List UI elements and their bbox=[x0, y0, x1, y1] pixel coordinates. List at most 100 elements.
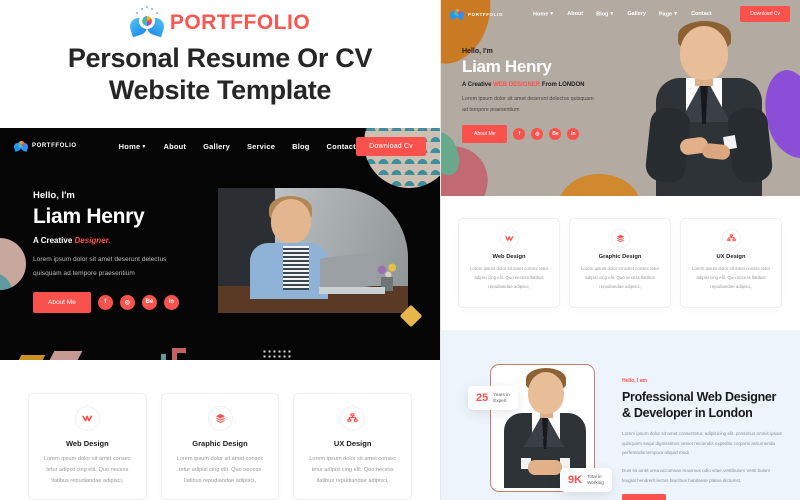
service-title: Web Design bbox=[492, 254, 526, 260]
nav-item-gallery[interactable]: Gallery bbox=[627, 11, 646, 17]
service-text: Lorem ipsum dolor sit amet consec tetur … bbox=[469, 266, 549, 289]
right-nav-list: Home▼ About Blog▼ Gallery Page▼ Contact bbox=[533, 11, 712, 17]
yellow-bar-decoration bbox=[18, 355, 46, 360]
service-card-web-design[interactable]: Web Design Lorem ipsum dolor sit amet co… bbox=[458, 218, 560, 308]
behance-icon[interactable]: Be bbox=[141, 294, 157, 310]
promo-title: Personal Resume Or CV Website Template bbox=[68, 43, 373, 107]
right-preview-column: PORTFFOLIO Home▼ About Blog▼ Gallery Pag… bbox=[440, 0, 800, 500]
lotus-orb-logo-icon bbox=[12, 141, 30, 152]
service-title: UX Design bbox=[716, 254, 746, 260]
dot-grid-decoration bbox=[262, 349, 292, 358]
teal-square-decoration bbox=[161, 354, 166, 360]
left-preview-column: PORTFFOLIO Personal Resume Or CV Website… bbox=[0, 0, 440, 500]
nav-item-gallery[interactable]: Gallery bbox=[203, 142, 230, 151]
service-card-graphic-design[interactable]: Graphic Design Lorem ipsum dolor sit ame… bbox=[160, 393, 280, 500]
hero-actions: About Me f ◎ Be in bbox=[462, 125, 622, 144]
hero-name: Liam Henry bbox=[462, 57, 552, 76]
service-text: Lorem ipsum dolor sit amet consec tetur … bbox=[580, 266, 660, 289]
service-text: Lorem ipsum dolor sit amet consec tetur … bbox=[43, 456, 131, 485]
linkedin-icon[interactable]: in bbox=[567, 128, 580, 141]
service-title: Graphic Design bbox=[598, 254, 642, 260]
download-cv-button[interactable]: Download Cv bbox=[740, 6, 790, 22]
service-card-ux-design[interactable]: UX Design Lorem ipsum dolor sit amet con… bbox=[293, 393, 413, 500]
left-navbar: PORTFFOLIO Home▼ About Gallery Service B… bbox=[0, 128, 440, 164]
about-me-button[interactable]: About Me bbox=[33, 291, 91, 313]
chevron-down-icon: ▼ bbox=[549, 10, 555, 17]
promo-logo: PORTFFOLIO bbox=[127, 6, 310, 38]
hero-role: A Creative Designer. bbox=[33, 236, 213, 245]
about-kicker: Hello, I am bbox=[622, 378, 648, 384]
hero-role-mid: From bbox=[541, 81, 557, 88]
webflow-icon bbox=[74, 406, 100, 431]
hero-paragraph: Lorem ipsum dolor sit amet deserunt dele… bbox=[33, 256, 167, 277]
nav-item-about[interactable]: About bbox=[163, 142, 186, 151]
hero-role-suffix: LONDON bbox=[558, 81, 585, 88]
service-title: Web Design bbox=[65, 439, 109, 448]
hire-me-button[interactable]: Hire Me bbox=[622, 494, 666, 500]
nav-item-service[interactable]: Service bbox=[247, 142, 275, 151]
pink-bar-decoration bbox=[49, 351, 83, 360]
nav-item-blog[interactable]: Blog bbox=[292, 142, 309, 151]
about-me-button[interactable]: About Me bbox=[462, 125, 508, 144]
badge-years-expert: 25 Years in Expert bbox=[468, 386, 518, 411]
hero-greeting: Hello, I'm bbox=[462, 48, 493, 55]
nav-item-home[interactable]: Home▼ bbox=[533, 11, 554, 17]
instagram-icon[interactable]: ◎ bbox=[531, 128, 544, 141]
hero-greeting: Hello, I'm bbox=[33, 190, 75, 201]
lotus-orb-logo-icon bbox=[127, 6, 167, 38]
webflow-icon bbox=[499, 229, 519, 248]
about-title: Professional Web Designer & Developer in… bbox=[622, 390, 777, 420]
navbar-brand-text: PORTFFOLIO bbox=[468, 11, 503, 17]
nav-item-page[interactable]: Page▼ bbox=[659, 11, 678, 17]
chevron-down-icon: ▼ bbox=[673, 10, 679, 17]
service-card-web-design[interactable]: Web Design Lorem ipsum dolor sit amet co… bbox=[28, 393, 147, 500]
service-card-ux-design[interactable]: UX Design Lorem ipsum dolor sit amet con… bbox=[680, 218, 782, 308]
hero-paragraph: Lorem ipsum dolor sit amet deserunt dele… bbox=[462, 95, 594, 113]
download-cv-button[interactable]: Download Cv bbox=[356, 136, 426, 156]
navbar-brand-text: PORTFFOLIO bbox=[32, 143, 77, 149]
linkedin-icon[interactable]: in bbox=[163, 294, 179, 310]
about-section: 25 Years in Expert 9K Total in Working H… bbox=[440, 330, 800, 500]
badge-label: Years in Expert bbox=[493, 392, 510, 404]
facebook-icon[interactable]: f bbox=[97, 294, 113, 310]
service-card-graphic-design[interactable]: Graphic Design Lorem ipsum dolor sit ame… bbox=[569, 218, 671, 308]
logo-orb bbox=[138, 13, 155, 29]
left-services-section: Web Design Lorem ipsum dolor sit amet co… bbox=[0, 360, 440, 500]
service-title: UX Design bbox=[333, 439, 372, 448]
hero-role-prefix: A Creative bbox=[33, 236, 73, 246]
badge-total-working: 9K Total in Working bbox=[560, 468, 612, 493]
nav-item-contact[interactable]: Contact bbox=[327, 142, 356, 151]
chevron-down-icon: ▼ bbox=[141, 143, 147, 150]
instagram-icon[interactable]: ◎ bbox=[119, 294, 135, 310]
nav-item-contact[interactable]: Contact bbox=[691, 11, 711, 17]
navbar-logo[interactable]: PORTFFOLIO bbox=[448, 9, 503, 20]
service-text: Lorem ipsum dolor sit amet consec tetur … bbox=[176, 456, 264, 485]
about-paragraph-2: Duis sit amet urna accumsan maximus odio… bbox=[622, 467, 771, 483]
hero-role-highlight: Designer. bbox=[74, 236, 111, 246]
left-circle-decoration bbox=[0, 238, 26, 290]
nav-item-home[interactable]: Home▼ bbox=[119, 142, 147, 151]
promo-header: PORTFFOLIO Personal Resume Or CV Website… bbox=[0, 0, 440, 128]
bottom-decorations bbox=[0, 344, 440, 360]
nav-item-blog[interactable]: Blog▼ bbox=[596, 11, 614, 17]
navbar-logo[interactable]: PORTFFOLIO bbox=[12, 141, 77, 152]
service-text: Lorem ipsum dolor sit amet consec tetur … bbox=[309, 456, 397, 485]
right-hero-section: PORTFFOLIO Home▼ About Blog▼ Gallery Pag… bbox=[440, 0, 800, 196]
screenshot-canvas: PORTFFOLIO Personal Resume Or CV Website… bbox=[0, 0, 800, 500]
layers-stack-icon bbox=[207, 406, 233, 431]
hero-photo bbox=[218, 188, 408, 313]
about-copy: Hello, I am Professional Web Designer & … bbox=[622, 378, 784, 500]
left-nav-list: Home▼ About Gallery Service Blog Contact bbox=[119, 142, 356, 151]
orange-bottom-blob-decoration bbox=[558, 174, 640, 196]
sitemap-icon bbox=[340, 406, 366, 431]
sitemap-icon bbox=[721, 229, 741, 248]
hero-role-prefix: A Creative bbox=[462, 81, 492, 88]
facebook-icon[interactable]: f bbox=[513, 128, 526, 141]
hero-copy: Hello, I'm Liam Henry A Creative Designe… bbox=[33, 190, 213, 313]
service-title: Graphic Design bbox=[192, 439, 248, 448]
promo-title-line2: Website Template bbox=[108, 74, 332, 105]
hero-actions: About Me f ◎ Be in bbox=[33, 291, 213, 313]
layers-stack-icon bbox=[610, 229, 630, 248]
behance-icon[interactable]: Be bbox=[549, 128, 562, 141]
nav-item-about[interactable]: About bbox=[567, 11, 583, 17]
